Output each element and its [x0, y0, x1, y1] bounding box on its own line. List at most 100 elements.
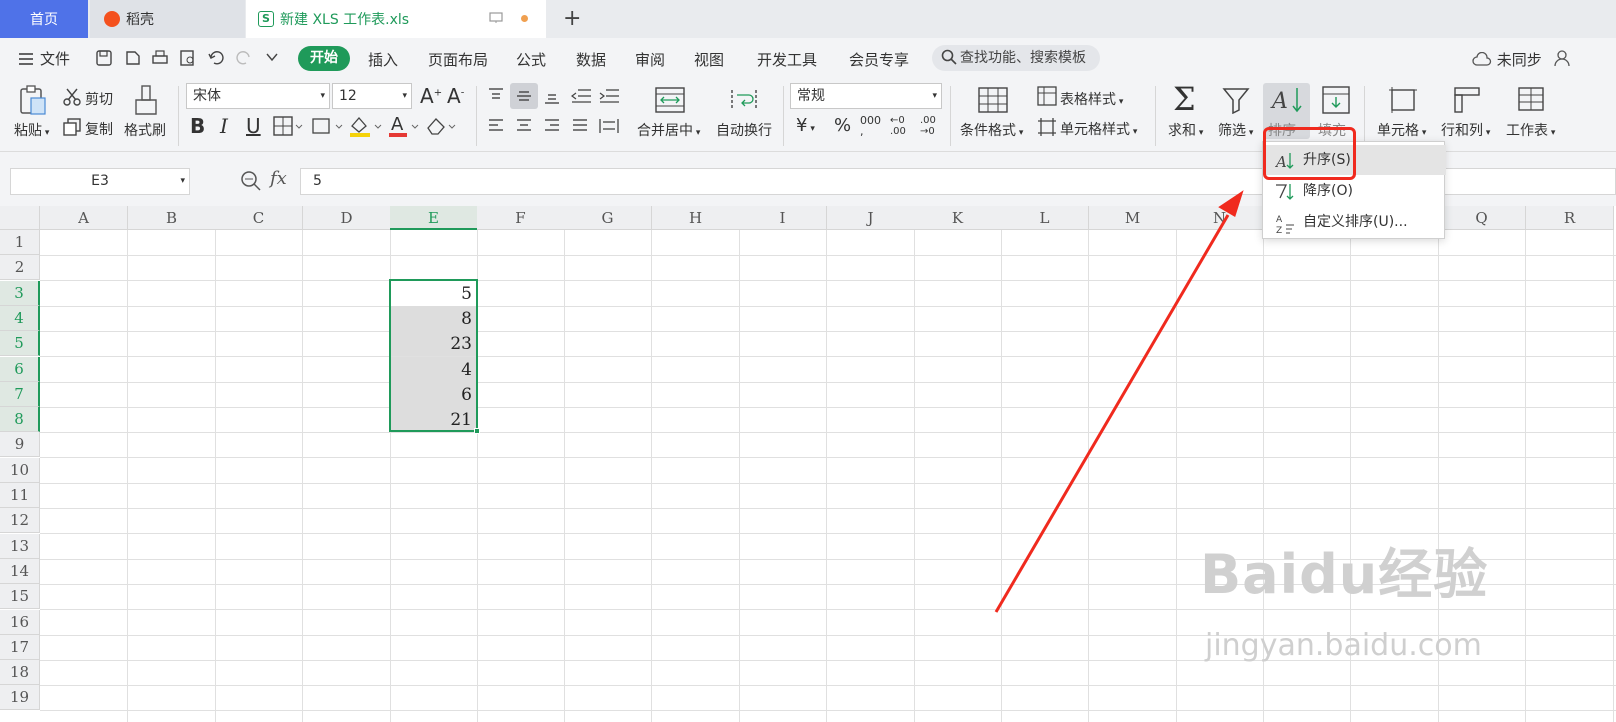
eraser-icon[interactable]	[425, 116, 457, 136]
wrap-text-button[interactable]: 自动换行	[716, 120, 772, 140]
fill-down-icon[interactable]	[1322, 86, 1350, 114]
column-header[interactable]: C	[215, 206, 303, 230]
align-top-icon[interactable]	[487, 86, 505, 104]
column-header[interactable]: J	[827, 206, 915, 230]
filter-icon[interactable]	[1222, 86, 1250, 114]
menu-page-layout[interactable]: 页面布局	[428, 49, 488, 70]
column-header[interactable]: K	[914, 206, 1002, 230]
row-header[interactable]: 17	[0, 635, 40, 660]
column-header[interactable]: A	[40, 206, 128, 230]
sort-descending-item[interactable]: 降序(O)	[1263, 176, 1446, 206]
bold-icon[interactable]: B	[190, 114, 205, 138]
decrease-font-icon[interactable]: A-	[447, 84, 464, 108]
scissors-icon[interactable]	[62, 87, 82, 107]
menu-data[interactable]: 数据	[576, 49, 606, 70]
align-right-icon[interactable]	[543, 117, 561, 135]
percent-icon[interactable]: %	[834, 115, 851, 136]
align-bottom-icon[interactable]	[543, 87, 561, 105]
row-column-icon[interactable]	[1453, 86, 1481, 114]
row-header[interactable]: 9	[0, 432, 40, 457]
zoom-function-icon[interactable]	[240, 170, 262, 192]
row-header[interactable]: 18	[0, 660, 40, 685]
copy-icon[interactable]	[62, 117, 82, 137]
sync-status[interactable]: 未同步	[1472, 49, 1542, 70]
column-header[interactable]: N	[1176, 206, 1264, 230]
conditional-format-button[interactable]: 条件格式 ▾	[960, 120, 1023, 140]
row-header[interactable]: 2	[0, 255, 40, 280]
menu-formula[interactable]: 公式	[516, 49, 546, 70]
menu-view[interactable]: 视图	[694, 49, 724, 70]
tab-daoke[interactable]: 稻壳	[90, 0, 245, 38]
border-icon[interactable]	[273, 116, 303, 136]
fill-color-pattern-icon[interactable]	[311, 116, 343, 136]
worksheet-button[interactable]: 工作表 ▾	[1506, 120, 1555, 140]
table-style-icon[interactable]	[1037, 86, 1057, 106]
column-header[interactable]: B	[128, 206, 216, 230]
row-header[interactable]: 19	[0, 685, 40, 710]
paste-button[interactable]: 粘贴 ▾	[14, 120, 49, 140]
menu-insert[interactable]: 插入	[368, 49, 398, 70]
custom-sort-item[interactable]: AZ 自定义排序(U)...	[1263, 207, 1446, 237]
column-header[interactable]: D	[303, 206, 391, 230]
chevron-down-icon[interactable]	[266, 52, 278, 62]
sum-button[interactable]: 求和 ▾	[1168, 120, 1203, 140]
increase-font-icon[interactable]: A+	[420, 84, 442, 108]
wrap-text-icon[interactable]	[729, 87, 759, 113]
menu-member[interactable]: 会员专享	[849, 49, 909, 70]
cell-style-icon[interactable]	[1037, 117, 1057, 137]
cell-button[interactable]: 单元格 ▾	[1377, 120, 1426, 140]
format-painter-icon[interactable]	[132, 84, 160, 116]
column-header[interactable]: G	[564, 206, 652, 230]
column-header[interactable]: F	[477, 206, 565, 230]
decrease-decimal-icon[interactable]: .00 →0	[920, 115, 936, 137]
thousands-icon[interactable]: 000,	[860, 115, 881, 137]
decrease-indent-icon[interactable]	[570, 87, 592, 105]
font-color-icon[interactable]: A	[387, 114, 419, 138]
cell-icon[interactable]	[1388, 86, 1418, 114]
row-header[interactable]: 15	[0, 584, 40, 609]
underline-icon[interactable]: U	[246, 114, 261, 138]
monitor-icon[interactable]	[489, 12, 503, 24]
menu-developer[interactable]: 开发工具	[757, 49, 817, 70]
copy-button[interactable]: 复制	[85, 119, 113, 139]
distributed-align-icon[interactable]	[598, 117, 620, 135]
save-icon[interactable]	[95, 49, 113, 67]
row-header[interactable]: 13	[0, 534, 40, 559]
merge-center-icon[interactable]	[655, 87, 685, 113]
row-header[interactable]: 11	[0, 483, 40, 508]
row-header[interactable]: 14	[0, 559, 40, 584]
worksheet-icon[interactable]	[1517, 86, 1545, 114]
justify-icon[interactable]	[571, 117, 589, 135]
increase-indent-icon[interactable]	[598, 87, 620, 105]
format-painter-button[interactable]: 格式刷	[124, 120, 166, 140]
file-menu[interactable]: 文件	[18, 48, 70, 69]
sort-icon[interactable]: A	[1270, 85, 1304, 115]
row-header[interactable]: 10	[0, 458, 40, 483]
row-header[interactable]: 4	[0, 306, 40, 331]
conditional-format-icon[interactable]	[978, 87, 1008, 113]
increase-decimal-icon[interactable]: ←0.00	[890, 115, 906, 137]
align-left-icon[interactable]	[487, 117, 505, 135]
column-header[interactable]: E	[390, 206, 478, 230]
tab-document[interactable]: S 新建 XLS 工作表.xls	[246, 0, 546, 38]
row-header[interactable]: 5	[0, 331, 40, 356]
column-header[interactable]: L	[1001, 206, 1089, 230]
search-input[interactable]: 查找功能、搜索模板	[932, 45, 1100, 71]
align-center-icon[interactable]	[515, 117, 533, 135]
print-preview-icon[interactable]	[179, 49, 197, 67]
filter-button[interactable]: 筛选 ▾	[1218, 120, 1253, 140]
currency-icon[interactable]: ¥ ▾	[796, 115, 815, 136]
export-icon[interactable]	[124, 49, 142, 67]
menu-review[interactable]: 审阅	[635, 49, 665, 70]
row-header[interactable]: 12	[0, 508, 40, 533]
cell-style-button[interactable]: 单元格样式 ▾	[1060, 119, 1137, 139]
row-header[interactable]: 16	[0, 610, 40, 635]
tab-home[interactable]: 首页	[0, 0, 88, 38]
menu-start[interactable]: 开始	[298, 46, 350, 71]
row-header[interactable]: 3	[0, 281, 40, 306]
new-tab-button[interactable]: +	[563, 6, 581, 31]
column-header[interactable]: H	[652, 206, 740, 230]
row-header[interactable]: 6	[0, 357, 40, 382]
fill-color-icon[interactable]	[348, 114, 382, 138]
row-header[interactable]: 7	[0, 382, 40, 407]
